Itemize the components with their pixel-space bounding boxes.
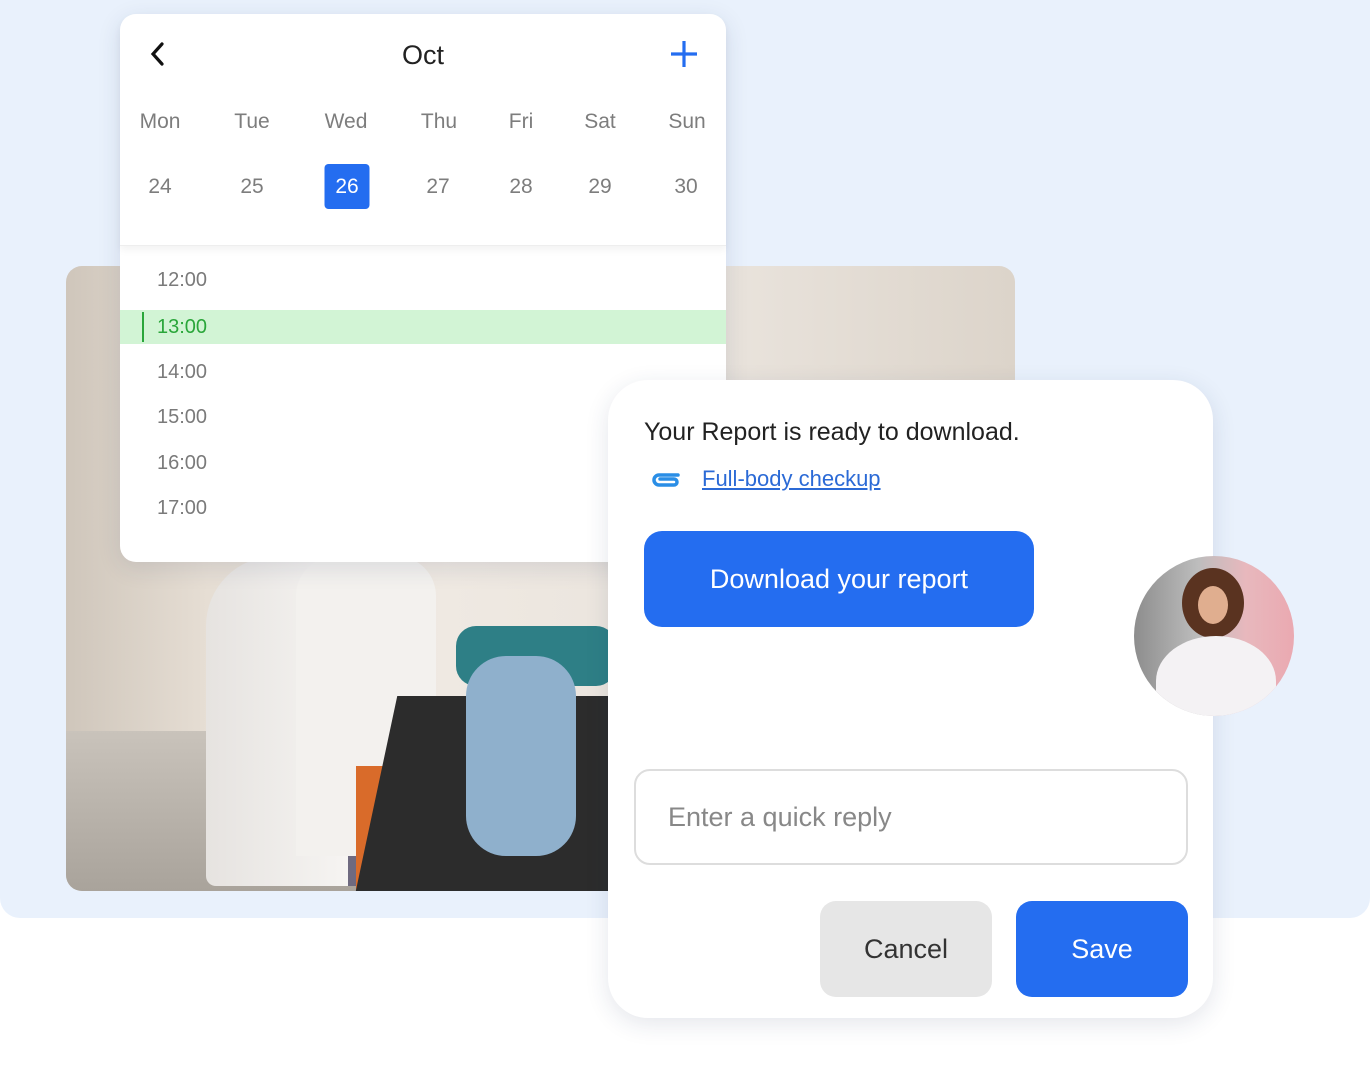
attachment-link[interactable]: Full-body checkup	[702, 466, 881, 492]
date-cell[interactable]: 28	[499, 164, 544, 209]
calendar-header: Oct Mon Tue Wed Thu Fri Sat Sun 24 25 26…	[120, 14, 726, 246]
weekday-label: Fri	[508, 110, 534, 133]
weekday-label: Sun	[668, 110, 706, 133]
download-report-button[interactable]: Download your report	[644, 531, 1034, 627]
report-message: Your Report is ready to download.	[644, 418, 1020, 446]
report-card: Your Report is ready to download. Full-b…	[608, 380, 1213, 1018]
month-title: Oct	[401, 40, 444, 70]
quick-reply-input[interactable]	[634, 769, 1188, 865]
weekday-label: Wed	[324, 110, 368, 133]
time-slot[interactable]: 12:00	[120, 258, 726, 304]
weekday-label: Tue	[234, 110, 270, 133]
save-button[interactable]: Save	[1016, 901, 1188, 997]
avatar-face	[1198, 586, 1228, 624]
avatar-blouse	[1156, 636, 1276, 716]
date-cell[interactable]: 30	[664, 164, 709, 209]
date-cell-selected[interactable]: 26	[324, 164, 370, 209]
cancel-button[interactable]: Cancel	[820, 901, 992, 997]
photo-patient	[466, 656, 576, 856]
date-cell[interactable]: 25	[230, 164, 275, 209]
paperclip-icon	[650, 468, 682, 490]
weekday-label: Sat	[584, 110, 616, 133]
time-slot-active[interactable]: 13:00	[120, 309, 726, 344]
weekday-label: Mon	[139, 110, 181, 133]
date-cell[interactable]: 24	[138, 164, 183, 209]
plus-icon[interactable]	[668, 38, 700, 70]
date-cell[interactable]: 29	[578, 164, 623, 209]
avatar	[1134, 556, 1294, 716]
date-cell[interactable]: 27	[416, 164, 461, 209]
weekday-label: Thu	[420, 110, 458, 133]
